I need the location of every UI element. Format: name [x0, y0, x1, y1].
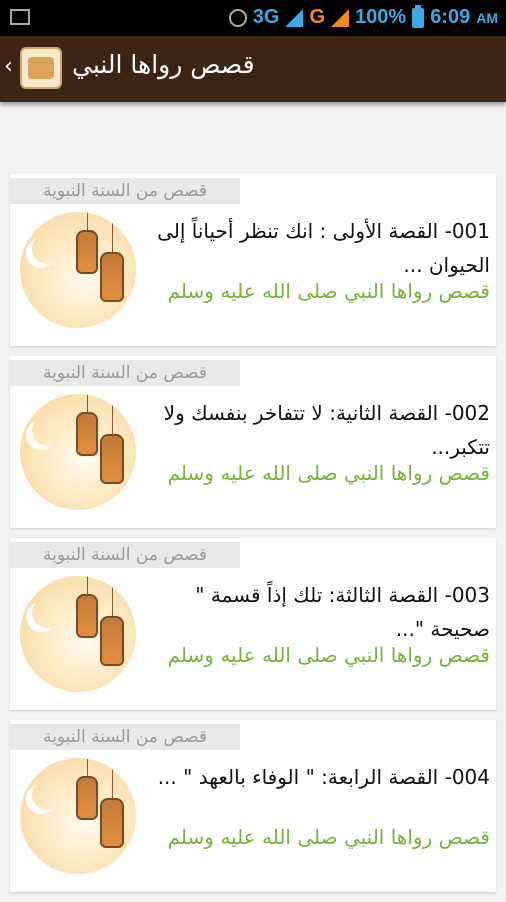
lantern-icon	[100, 616, 124, 666]
app-title: قصص رواها النبي	[72, 50, 255, 79]
status-icons: 3G G 100% 6:09 AM	[228, 4, 498, 29]
crescent-moon-icon	[32, 780, 62, 810]
story-category: قصص من السنة النبوية	[10, 360, 240, 386]
battery-icon	[412, 4, 425, 28]
crescent-moon-icon	[32, 234, 62, 264]
app-bar: ‹ قصص رواها النبي	[0, 36, 506, 102]
story-title: 003- القصة الثالثة: تلك إذاً قسمة " صحيح…	[195, 583, 490, 641]
clock-time: 6:09	[430, 6, 471, 28]
image-notification-icon	[10, 9, 30, 25]
story-subtitle: قصص رواها النبي صلى الله عليه وسلم	[167, 825, 490, 849]
story-subtitle: قصص رواها النبي صلى الله عليه وسلم	[167, 279, 490, 303]
status-bar: 3G G 100% 6:09 AM	[0, 0, 506, 36]
story-subtitle: قصص رواها النبي صلى الله عليه وسلم	[167, 643, 490, 667]
story-subtitle: قصص رواها النبي صلى الله عليه وسلم	[167, 461, 490, 485]
lantern-thumbnail	[20, 212, 136, 328]
signal-icon-2	[331, 8, 350, 27]
crescent-moon-icon	[32, 598, 62, 628]
alarm-icon	[228, 8, 247, 27]
lantern-icon	[100, 252, 124, 302]
network-type-1: 3G	[252, 6, 280, 28]
lantern-thumbnail	[20, 576, 136, 692]
story-card-4[interactable]: قصص من السنة النبوية 004- القصة الرابعة:…	[10, 720, 496, 892]
network-type-2: G	[309, 6, 326, 28]
lantern-thumbnail	[20, 758, 136, 874]
lantern-icon	[76, 594, 98, 638]
signal-icon	[285, 8, 304, 27]
story-title: 001- القصة الأولى : انك تنظر أحياناً إلى…	[157, 219, 490, 277]
story-card-1[interactable]: قصص من السنة النبوية 001- القصة الأولى :…	[10, 174, 496, 346]
crescent-moon-icon	[32, 416, 62, 446]
lantern-icon	[76, 776, 98, 820]
story-category: قصص من السنة النبوية	[10, 542, 240, 568]
story-title: 002- القصة الثانية: لا تتفاخر بنفسك ولا …	[163, 401, 490, 459]
lantern-icon	[100, 798, 124, 848]
story-category: قصص من السنة النبوية	[10, 724, 240, 750]
lantern-icon	[76, 412, 98, 456]
lantern-thumbnail	[20, 394, 136, 510]
lantern-icon	[100, 434, 124, 484]
story-card-3[interactable]: قصص من السنة النبوية 003- القصة الثالثة:…	[10, 538, 496, 710]
story-card-2[interactable]: قصص من السنة النبوية 002- القصة الثانية:…	[10, 356, 496, 528]
lantern-icon	[76, 230, 98, 274]
battery-percent: 100%	[355, 6, 407, 28]
stories-list: قصص من السنة النبوية 001- القصة الأولى :…	[10, 174, 496, 902]
story-title: 004- القصة الرابعة: " الوفاء بالعهد " ..…	[157, 765, 490, 789]
back-chevron-icon[interactable]: ‹	[4, 54, 13, 79]
app-logo[interactable]	[20, 47, 62, 89]
clock-ampm: AM	[476, 9, 498, 26]
story-category: قصص من السنة النبوية	[10, 178, 240, 204]
